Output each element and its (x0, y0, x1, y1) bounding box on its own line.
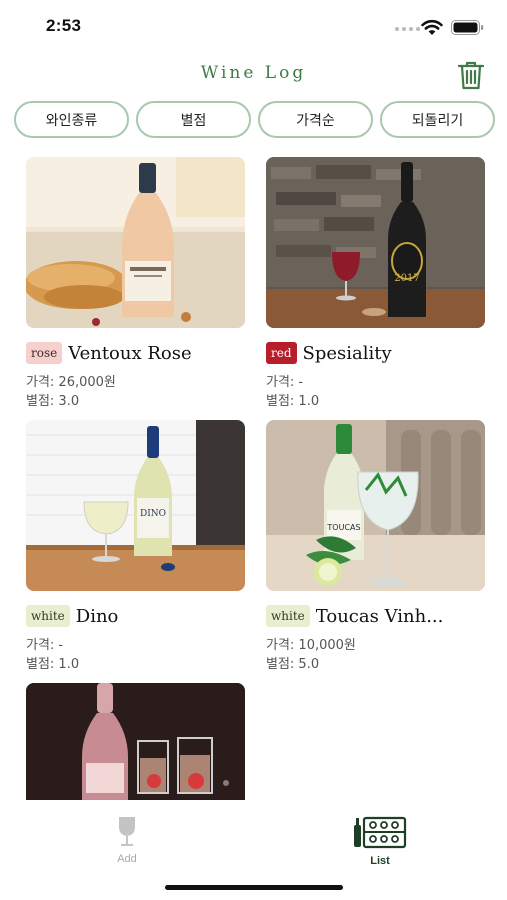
wine-rating: 별점: 3.0 (26, 394, 80, 409)
wine-title-row: rose Ventoux Rose (26, 340, 245, 366)
filter-reset-button[interactable]: 되돌리기 (380, 101, 495, 138)
filter-price-button[interactable]: 가격순 (258, 101, 373, 138)
wine-price: 가격: - (266, 375, 304, 390)
wine-card-spesiality[interactable]: 2017 red Spesiality 가격: - 별점: 1.0 (266, 157, 485, 411)
wifi-icon (421, 19, 443, 35)
wine-price: 가격: 10,000원 (266, 638, 356, 653)
wine-name: Toucas Vinh... (315, 605, 444, 627)
trash-icon (457, 61, 485, 90)
filter-rating-button[interactable]: 별점 (136, 101, 251, 138)
wine-card-dino[interactable]: DINO white Dino 가격: - 별점: 1.0 (26, 420, 245, 674)
wine-type-badge: white (26, 605, 70, 627)
app-title: Wine Log (200, 63, 307, 83)
filter-wine-type-button[interactable]: 와인종류 (14, 101, 129, 138)
wine-price: 가격: - (26, 638, 64, 653)
svg-text:2017: 2017 (394, 273, 419, 284)
delete-button[interactable] (455, 58, 487, 92)
tab-list-label: List (370, 855, 390, 867)
status-time: 2:53 (46, 16, 82, 35)
wine-glass-icon (119, 817, 135, 846)
status-bar: 2:53 (0, 0, 507, 54)
wine-photo: DINO (26, 420, 245, 591)
wine-rating: 별점: 1.0 (266, 394, 320, 409)
wine-title-row: white Toucas Vinh... (266, 603, 485, 629)
wine-rack-icon (354, 816, 407, 849)
wine-rating: 별점: 5.0 (266, 657, 320, 672)
wine-type-badge: red (266, 342, 297, 364)
wine-card-sparkling[interactable] (26, 683, 245, 800)
wine-photo: TOUCAS (266, 420, 485, 591)
wine-title-row: red Spesiality (266, 340, 485, 366)
wine-rating: 별점: 1.0 (26, 657, 80, 672)
svg-text:TOUCAS: TOUCAS (326, 523, 360, 532)
wine-name: Dino (75, 605, 119, 627)
wine-card-ventoux-rose[interactable]: rose Ventoux Rose 가격: 26,000원 별점: 3.0 (26, 157, 245, 411)
wine-photo (26, 157, 245, 328)
home-indicator (165, 885, 343, 890)
wine-name: Spesiality (302, 342, 392, 364)
wine-name: Ventoux Rose (68, 342, 192, 364)
svg-text:DINO: DINO (140, 509, 166, 519)
tab-add[interactable]: Add (100, 815, 154, 865)
wine-price: 가격: 26,000원 (26, 375, 116, 390)
wine-type-badge: white (266, 605, 310, 627)
tab-list[interactable]: List (346, 815, 414, 867)
wine-card-toucas[interactable]: TOUCAS white Toucas Vinh... 가격: 10,000원 … (266, 420, 485, 674)
wine-title-row: white Dino (26, 603, 245, 629)
cellular-signal-icon (395, 27, 420, 31)
battery-icon (451, 20, 484, 35)
wine-photo: 2017 (266, 157, 485, 328)
filter-bar: 와인종류 별점 가격순 되돌리기 (14, 101, 495, 138)
wine-photo (26, 683, 245, 800)
wine-type-badge: rose (26, 342, 63, 364)
tab-add-label: Add (117, 853, 137, 865)
